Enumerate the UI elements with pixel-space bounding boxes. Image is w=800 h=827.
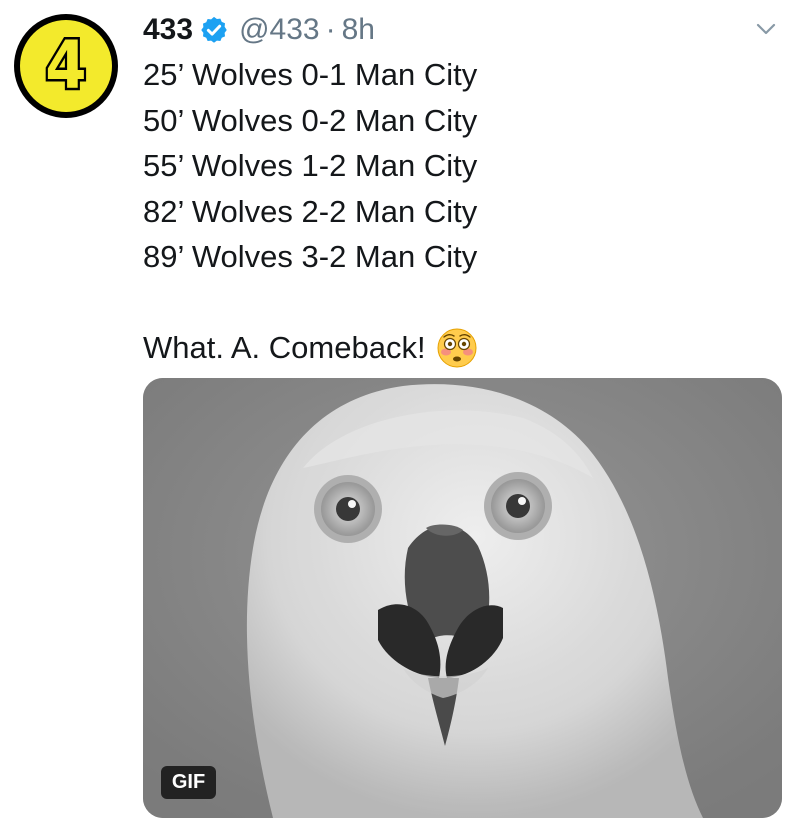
line-break: [143, 280, 743, 326]
tweet-timestamp[interactable]: 8h: [342, 13, 375, 47]
avatar[interactable]: 4: [14, 14, 118, 118]
gif-media[interactable]: GIF: [143, 378, 782, 818]
verified-badge-icon: [201, 16, 227, 43]
score-line: 50’ Wolves 0-2 Man City: [143, 102, 478, 138]
gif-badge: GIF: [161, 766, 216, 799]
separator-dot: ·: [325, 13, 336, 46]
user-handle[interactable]: @433: [239, 13, 320, 47]
flushed-face-emoji: [437, 328, 477, 368]
chevron-down-icon[interactable]: [755, 18, 777, 40]
tweet-text: 25’ Wolves 0-1 Man City 50’ Wolves 0-2 M…: [143, 52, 743, 371]
score-line: 89’ Wolves 3-2 Man City: [143, 239, 478, 274]
tweet-header: 433 @433 · 8h: [143, 10, 375, 50]
score-line: 82’ Wolves 2-2 Man City: [143, 193, 478, 229]
avatar-logo: 4: [20, 20, 112, 112]
owl-gif: [143, 378, 782, 818]
score-line: 25’ Wolves 0-1 Man City: [143, 57, 478, 92]
score-line: 55’ Wolves 1-2 Man City: [143, 148, 478, 183]
avatar-text: 4: [43, 27, 89, 104]
comeback-line: What. A. Comeback!: [143, 325, 743, 371]
comeback-text: What. A. Comeback!: [143, 330, 426, 365]
display-name[interactable]: 433: [143, 13, 193, 47]
